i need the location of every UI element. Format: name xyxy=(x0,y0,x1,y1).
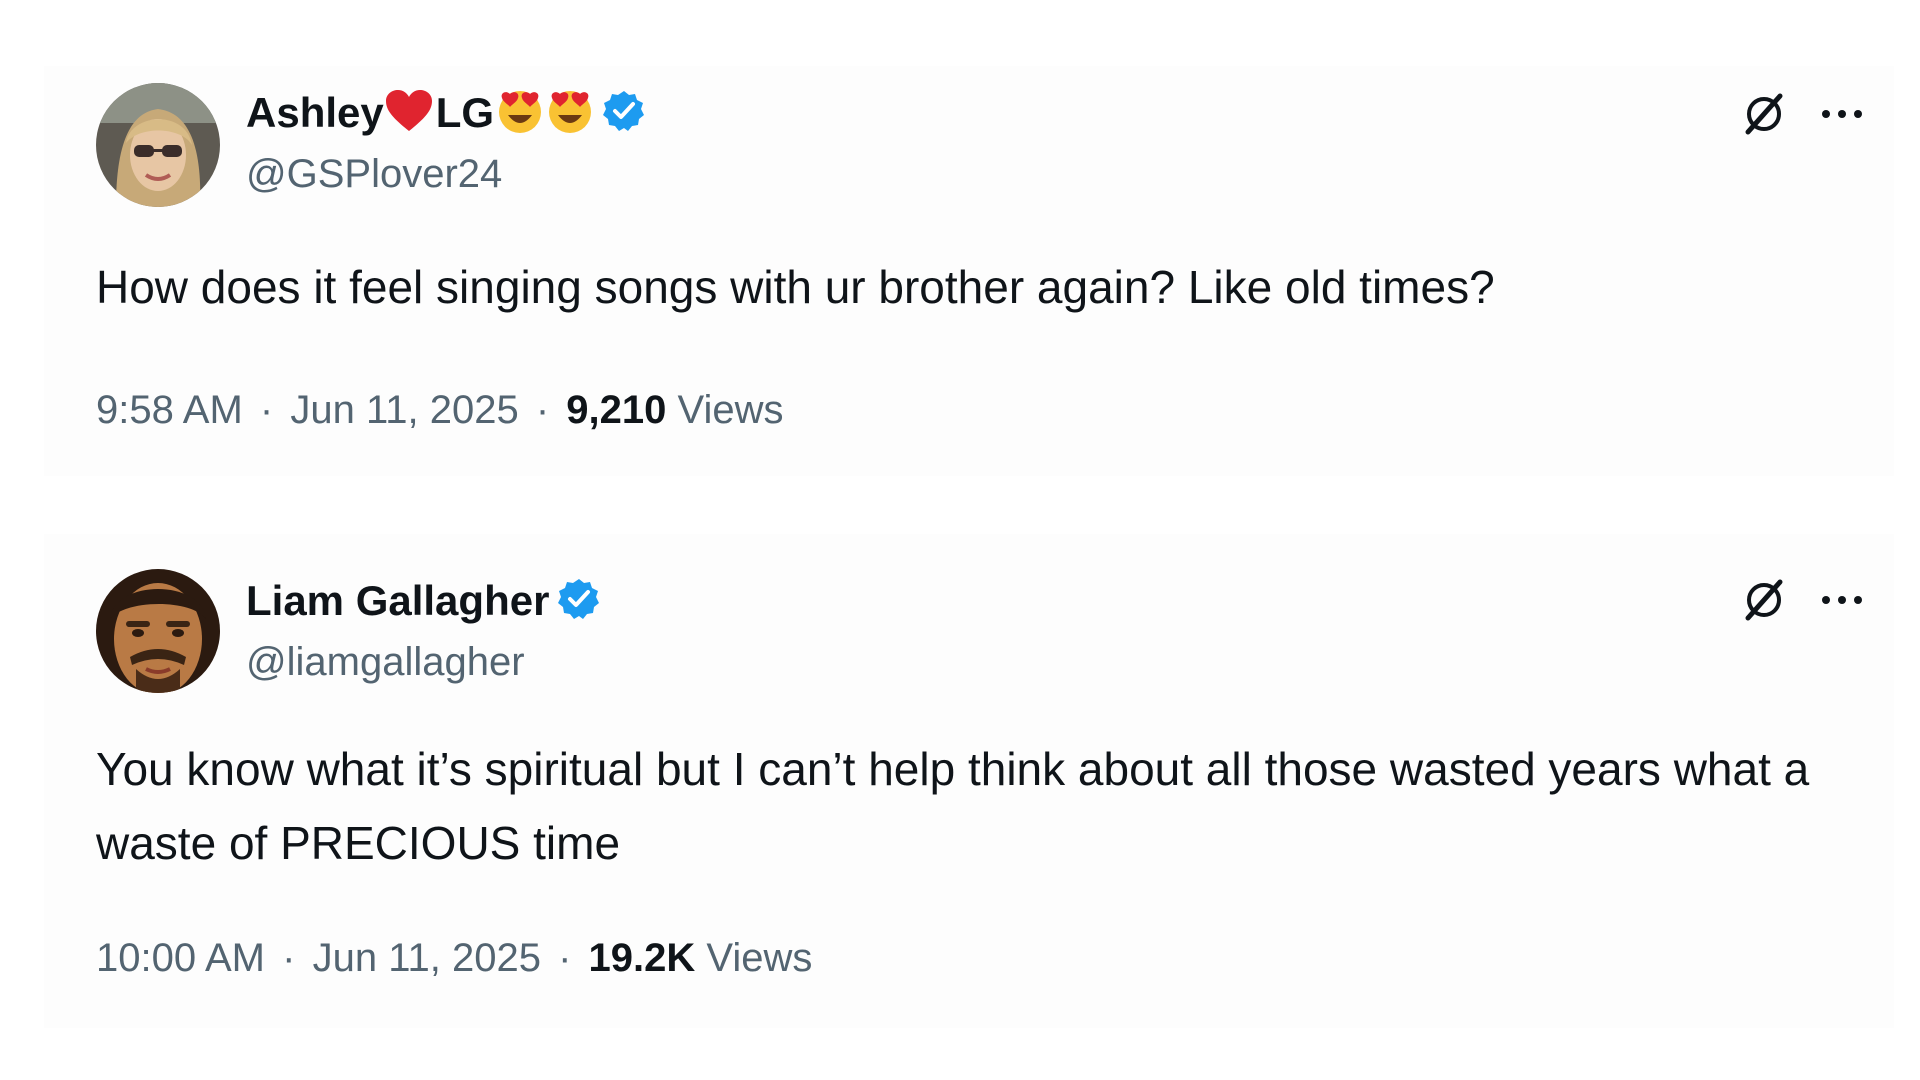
meta-separator: · xyxy=(259,388,274,432)
tweet-date[interactable]: Jun 11, 2025 xyxy=(290,388,518,432)
tweet-card-liam[interactable]: Liam Gallagher @liamgallagher You know w… xyxy=(44,534,1894,1028)
more-options-button[interactable] xyxy=(1814,90,1870,142)
tweet-meta: 9:58 AM · Jun 11, 2025 · 9,210 Views xyxy=(96,388,783,433)
views-count: 9,210 xyxy=(566,388,667,432)
name-row: Liam Gallagher xyxy=(246,573,601,629)
grok-icon xyxy=(1742,578,1786,627)
display-name[interactable]: Ashley xyxy=(246,89,384,137)
views-label: Views xyxy=(706,936,813,980)
user-handle[interactable]: @GSPlover24 xyxy=(246,152,502,197)
display-name-suffix[interactable]: LG xyxy=(436,89,494,137)
verified-badge-icon[interactable] xyxy=(557,577,601,626)
meta-separator: · xyxy=(535,388,550,432)
tweet-text: How does it feel singing songs with ur b… xyxy=(96,261,1495,313)
avatar[interactable] xyxy=(96,569,220,693)
tweet-time[interactable]: 10:00 AM xyxy=(96,936,265,980)
verified-badge-icon[interactable] xyxy=(602,89,646,138)
meta-separator: · xyxy=(282,936,296,980)
grok-icon xyxy=(1742,92,1786,141)
display-name[interactable]: Liam Gallagher xyxy=(246,577,549,625)
meta-separator: · xyxy=(558,936,572,980)
tweet-date[interactable]: Jun 11, 2025 xyxy=(313,936,541,980)
tweet-meta: 10:00 AM · Jun 11, 2025 · 19.2K Views xyxy=(96,936,812,981)
views-label: Views xyxy=(677,388,784,432)
name-row: Ashley LG xyxy=(246,85,646,141)
more-dots-icon xyxy=(1820,593,1864,611)
user-handle[interactable]: @liamgallagher xyxy=(246,640,525,685)
heart-eyes-emoji-icon xyxy=(496,87,544,140)
tweet-canvas: Ashley LG @GSPlover24 How does it feel s… xyxy=(0,0,1920,1080)
grok-button[interactable] xyxy=(1738,576,1790,628)
more-dots-icon xyxy=(1820,107,1864,125)
heart-eyes-emoji-icon xyxy=(546,87,594,140)
red-heart-icon xyxy=(384,89,434,138)
views-count: 19.2K xyxy=(588,936,696,980)
tweet-card-ashley[interactable]: Ashley LG @GSPlover24 How does it feel s… xyxy=(44,66,1894,476)
tweet-text: You know what it’s spiritual but I can’t… xyxy=(96,743,1810,869)
grok-button[interactable] xyxy=(1738,90,1790,142)
tweet-time[interactable]: 9:58 AM xyxy=(96,388,243,432)
more-options-button[interactable] xyxy=(1814,576,1870,628)
avatar[interactable] xyxy=(96,83,220,207)
